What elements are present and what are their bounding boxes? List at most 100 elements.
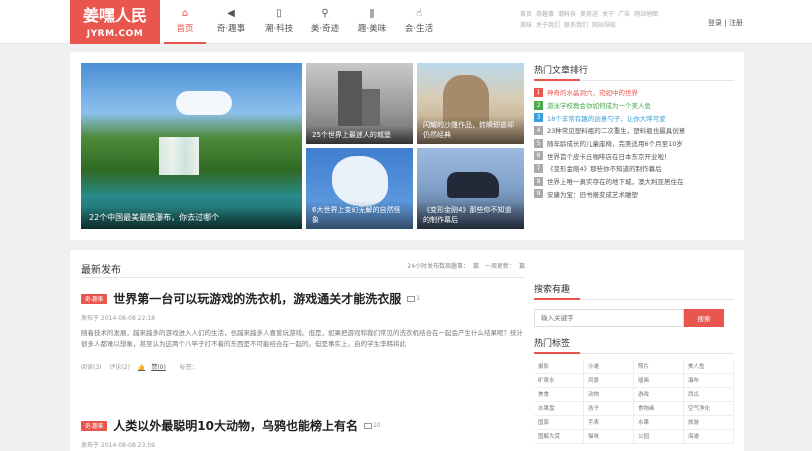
photo-castle [338, 71, 362, 126]
nav-life[interactable]: ☝ 会·生活 [396, 0, 442, 44]
tag-link[interactable]: 插画 [634, 374, 684, 388]
megaphone-icon: ◀ [227, 8, 235, 19]
tag-link[interactable]: 孩子 [584, 402, 634, 416]
article-date: 发布于 2014-08-08 22:18 [81, 315, 155, 322]
featured-sand-card[interactable]: 闪耀的沙雕作品，转瞬即逝却仍然经典 [417, 63, 524, 144]
top-link[interactable]: 美味 [520, 22, 532, 29]
tag-link[interactable]: 瀑布 [684, 374, 734, 388]
hot-item[interactable]: 5 随年龄成长的儿童座椅，完美适用6个月至10岁 [534, 137, 734, 150]
top-link[interactable]: 关于 [602, 11, 614, 18]
nav-fun[interactable]: ◀ 奇·趣事 [206, 0, 256, 44]
search-input[interactable] [534, 309, 684, 327]
top-link[interactable]: 关于我们 [536, 22, 560, 29]
views-count: 阅读(3) [81, 364, 102, 371]
featured-transformers-card[interactable]: 《变形金刚4》那些你不知道的制作幕后 [417, 148, 524, 229]
category-tag[interactable]: 奇·趣事 [81, 420, 108, 431]
tag-link[interactable]: 公园 [634, 430, 684, 444]
tag-link[interactable]: 矿泉水 [534, 374, 584, 388]
tag-link[interactable]: 食物画 [634, 402, 684, 416]
featured-waterfall-card[interactable]: 22个中国最美最酷瀑布，你去过哪个 [81, 63, 302, 229]
article-excerpt: 随着技术的发展，越来越多的游戏进入人们的生活，也越来越多人喜爱玩游戏。但是，如果… [81, 329, 523, 348]
featured-nature-card[interactable]: 6大世界上变幻无解的自然怪象 [306, 148, 413, 229]
hot-item[interactable]: 7 《变形金刚4》那些你不知道的制作幕后 [534, 162, 734, 175]
tag-link[interactable]: 风景 [584, 374, 634, 388]
login-link[interactable]: 登录 [708, 19, 722, 27]
tag-link[interactable]: 国家 [534, 416, 584, 430]
hot-item-text: 世界首个皮卡丘咖啡店在日本东京开业啦！ [547, 152, 671, 161]
hot-item[interactable]: 8 世界上唯一真实存在的地下城，澳大利亚居住在 [534, 175, 734, 188]
photo-cloud [176, 91, 232, 115]
tag-grid: 摄影 沙滩 照片 美人鱼 矿泉水 风景 插画 瀑布 美食 动物 游戏 西瓜 水果… [534, 360, 734, 444]
nav-food[interactable]: ǁ 趣·美味 [348, 0, 396, 44]
comments-link[interactable]: 评论(2) [109, 364, 130, 371]
article-title[interactable]: 世界第一台可以玩游戏的洗衣机，游戏通关才能洗衣服 [113, 290, 401, 307]
top-link[interactable]: 网站地图 [634, 11, 658, 18]
tag-link[interactable]: 动物 [584, 388, 634, 402]
category-tag[interactable]: 奇·趣事 [81, 293, 108, 304]
tag-link[interactable]: 美人鱼 [684, 360, 734, 374]
nav-home[interactable]: ⌂ 首页 [164, 0, 206, 44]
rank-badge: 1 [534, 87, 543, 97]
thumbs-up-icon: ☝ [415, 8, 423, 19]
nav-label: 首页 [176, 24, 194, 34]
image-icon [407, 295, 416, 302]
like-button[interactable]: 👍 赞(0) [138, 364, 172, 371]
tag-link[interactable]: 手表 [584, 416, 634, 430]
tag-link[interactable]: 水果盘 [534, 402, 584, 416]
top-link[interactable]: 美奇迹 [580, 11, 598, 18]
top-link[interactable]: 广告 [618, 11, 630, 18]
hot-item[interactable]: 6 世界首个皮卡丘咖啡店在日本东京开业啦！ [534, 149, 734, 162]
search-title: 搜索有趣 [534, 282, 734, 300]
tag-link[interactable]: 沙滩 [584, 360, 634, 374]
rank-badge: 2 [534, 100, 543, 110]
tag-link[interactable]: 西瓜 [684, 388, 734, 402]
tag-link[interactable]: 水果 [634, 416, 684, 430]
search-row: 搜索 [534, 309, 734, 327]
meta-text: 篇 [518, 263, 525, 270]
tag-link[interactable]: 海滩 [684, 430, 734, 444]
hot-item[interactable]: 1 神奇的水晶洞穴，宛如中的世界 [534, 86, 734, 99]
hot-item-text: 23种常见塑料瓶的二次重生，塑料瓶也最具创意 [547, 127, 686, 136]
article-title[interactable]: 人类以外最聪明10大动物，乌鸦也能榜上有名 [113, 417, 358, 434]
rank-badge: 9 [534, 189, 543, 199]
top-link[interactable]: 潮科技 [558, 11, 576, 18]
tag-link[interactable]: 旅游 [684, 416, 734, 430]
photo-car [447, 172, 499, 198]
meta-text: 篇 [473, 263, 480, 270]
top-link[interactable]: 奇趣事 [536, 11, 554, 18]
featured-panel: 22个中国最美最酷瀑布，你去过哪个 25个世界上最迷人的城堡 闪耀的沙雕作品，转… [70, 52, 744, 240]
image-count-value: 10 [372, 422, 381, 429]
nav-label: 美·奇迹 [310, 24, 340, 34]
nav-label: 潮·科技 [264, 24, 294, 34]
hot-item[interactable]: 4 23种常见塑料瓶的二次重生，塑料瓶也最具创意 [534, 124, 734, 137]
search-button[interactable]: 搜索 [684, 309, 724, 327]
tag-link[interactable]: 摄影 [534, 360, 584, 374]
logo-subtitle: JYRM.COM [86, 29, 144, 39]
site-logo[interactable]: 姜嘿人民 JYRM.COM [70, 0, 160, 44]
top-link[interactable]: 联系我们 [564, 22, 588, 29]
hot-articles: 热门文章排行 1 神奇的水晶洞穴，宛如中的世界 2 游泳学校教会你如何成为一个美人鱼… [534, 63, 734, 200]
nav-beauty[interactable]: ⚲ 美·奇迹 [302, 0, 348, 44]
tag-link[interactable]: 美食 [534, 388, 584, 402]
tag-link[interactable]: 照片 [634, 360, 684, 374]
tag-link[interactable]: 游戏 [634, 388, 684, 402]
article-date: 发布于 2014-08-08 23:59 [81, 442, 155, 449]
top-link[interactable]: 首页 [520, 11, 532, 18]
tag-link[interactable]: 猫咪 [584, 430, 634, 444]
article-title-row: 奇·趣事 世界第一台可以玩游戏的洗衣机，游戏通关才能洗衣服 1 [81, 290, 525, 307]
tag-link[interactable]: 空气净化 [684, 402, 734, 416]
utensils-icon: ǁ [369, 8, 375, 19]
register-link[interactable]: 注册 [729, 19, 743, 27]
featured-castle-card[interactable]: 25个世界上最迷人的城堡 [306, 63, 413, 144]
hot-item-text: 神奇的水晶洞穴，宛如中的世界 [547, 89, 638, 98]
hot-item[interactable]: 9 安康为宝：旧书报变成艺术雕塑 [534, 188, 734, 201]
main-nav: ⌂ 首页 ◀ 奇·趣事 ▯ 潮·科技 ⚲ 美·奇迹 ǁ 趣·美味 ☝ 会·生活 [164, 0, 442, 44]
nav-tech[interactable]: ▯ 潮·科技 [256, 0, 302, 44]
hot-item[interactable]: 2 游泳学校教会你如何成为一个美人鱼 [534, 99, 734, 112]
top-link[interactable]: 网站导航 [592, 22, 616, 29]
tag-link[interactable]: 图解大赏 [534, 430, 584, 444]
nav-label: 奇·趣事 [216, 24, 246, 34]
article-card: 奇·趣事 人类以外最聪明10大动物，乌鸦也能榜上有名 10 发布于 2014-0… [81, 417, 525, 449]
hot-item-text: 安康为宝：旧书报变成艺术雕塑 [547, 190, 638, 199]
hot-item[interactable]: 3 18个非常有趣的创意勺子，让你大呼可爱 [534, 111, 734, 124]
